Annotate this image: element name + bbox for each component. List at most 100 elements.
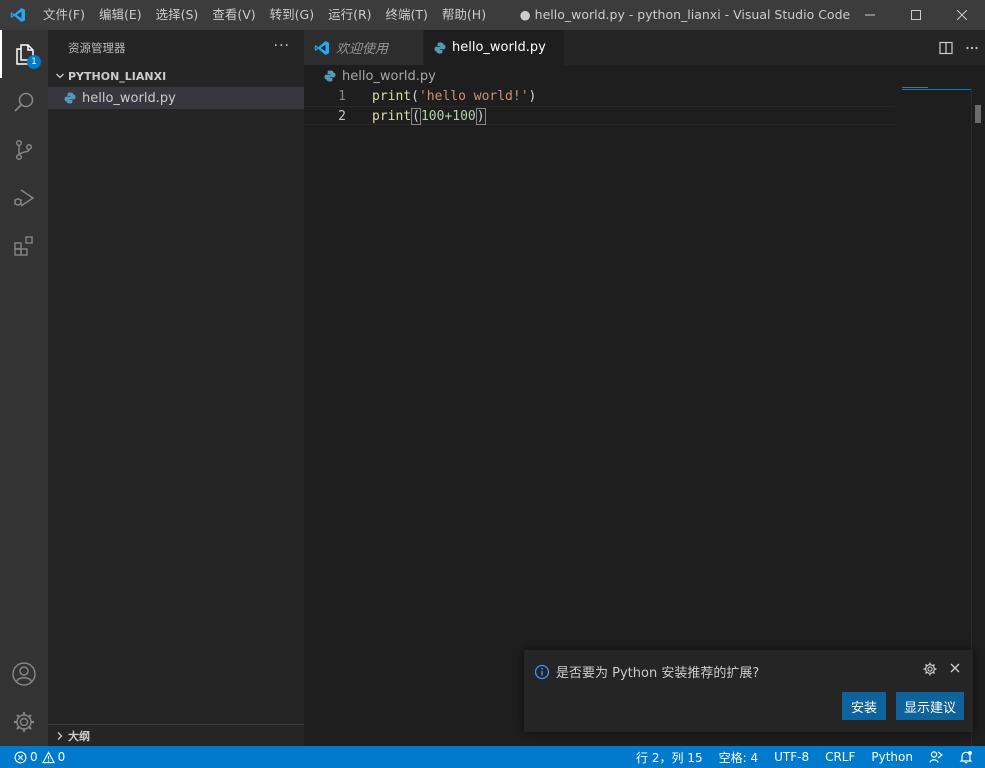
encoding[interactable]: UTF-8	[766, 750, 817, 764]
tab-label: 欢迎使用	[336, 42, 389, 57]
code-line[interactable]: 1 print('hello world!')	[304, 87, 895, 106]
activity-accounts[interactable]	[0, 650, 48, 698]
info-icon	[534, 664, 550, 680]
extension-notification: 是否要为 Python 安装推荐的扩展? 安装 显示建议	[524, 650, 973, 732]
activity-search[interactable]	[0, 78, 48, 126]
file-tree-item[interactable]: hello_world.py	[48, 87, 304, 109]
code-line-current[interactable]: 2 print(100+100)	[304, 106, 895, 125]
minimize-button[interactable]	[847, 0, 893, 30]
language-mode[interactable]: Python	[863, 750, 921, 764]
status-bar: 0 0 行 2，列 15 空格: 4 UTF-8 CRLF Python	[0, 746, 985, 768]
explorer-sidebar: 资源管理器 ··· PYTHON_LIANXI hello_world.py 大…	[48, 30, 304, 746]
install-button[interactable]: 安装	[842, 692, 886, 720]
line-number: 2	[338, 109, 346, 124]
folder-section[interactable]: PYTHON_LIANXI	[48, 65, 304, 87]
minimap-line	[902, 87, 928, 88]
activity-explorer[interactable]: 1	[0, 30, 48, 78]
code-text: print('hello world!')	[372, 89, 537, 104]
menu-terminal[interactable]: 终端(T)	[379, 0, 435, 30]
close-icon	[957, 10, 967, 20]
notification-settings-button[interactable]	[923, 662, 937, 676]
vscode-logo-icon	[0, 0, 35, 30]
menu-view[interactable]: 查看(V)	[205, 0, 262, 30]
split-editor-button[interactable]	[933, 30, 959, 65]
split-editor-icon	[939, 41, 953, 54]
maximize-button[interactable]	[893, 0, 939, 30]
extensions-icon	[14, 236, 33, 256]
end-of-line[interactable]: CRLF	[817, 750, 863, 764]
line-number: 1	[338, 89, 346, 104]
tab-hello-world[interactable]: hello_world.py	[424, 30, 565, 65]
breadcrumb-file: hello_world.py	[342, 68, 436, 84]
menu-help[interactable]: 帮助(H)	[435, 0, 493, 30]
gear-icon	[14, 712, 34, 732]
activity-source-control[interactable]	[0, 126, 48, 174]
code-editor[interactable]: 1 print('hello world!') 2 print(100+100)	[304, 87, 985, 746]
menu-file[interactable]: 文件(F)	[35, 0, 92, 30]
breadcrumb[interactable]: hello_world.py	[304, 65, 985, 87]
feedback-icon	[929, 751, 943, 763]
chevron-down-icon	[52, 65, 68, 87]
vscode-icon	[314, 40, 330, 56]
python-file-icon	[434, 42, 446, 54]
close-icon	[950, 663, 960, 673]
minimap-slider	[902, 89, 972, 90]
window-controls	[847, 0, 985, 30]
problems-indicator[interactable]: 0 0	[10, 750, 73, 764]
vertical-scrollbar[interactable]	[971, 87, 985, 746]
warning-icon	[41, 750, 55, 763]
account-icon	[12, 662, 36, 686]
indentation[interactable]: 空格: 4	[711, 749, 767, 766]
search-icon	[14, 92, 34, 112]
minimize-icon	[865, 14, 875, 16]
folder-name: PYTHON_LIANXI	[68, 69, 167, 83]
tab-actions	[933, 30, 985, 65]
sidebar-header: 资源管理器 ···	[48, 30, 304, 65]
more-actions-icon[interactable]: ···	[274, 38, 290, 54]
gear-icon	[923, 662, 937, 676]
more-icon	[966, 46, 978, 49]
editor-tabs: 欢迎使用 hello_world.py	[304, 30, 985, 65]
tab-welcome[interactable]: 欢迎使用	[304, 30, 424, 65]
menu-selection[interactable]: 选择(S)	[149, 0, 206, 30]
activity-manage[interactable]	[0, 698, 48, 746]
error-count: 0	[30, 750, 38, 764]
cursor-position[interactable]: 行 2，列 15	[628, 749, 711, 766]
source-control-icon	[15, 139, 33, 161]
scrollbar-thumb[interactable]	[975, 105, 981, 123]
error-icon	[14, 751, 27, 763]
file-name: hello_world.py	[82, 90, 176, 106]
notification-text: 是否要为 Python 安装推荐的扩展?	[556, 666, 760, 681]
menu-go[interactable]: 转到(G)	[263, 0, 321, 30]
maximize-icon	[911, 10, 921, 20]
show-suggestions-button[interactable]: 显示建议	[896, 692, 964, 720]
python-file-icon	[324, 70, 336, 82]
notification-message: 是否要为 Python 安装推荐的扩展?	[534, 662, 759, 681]
outline-section[interactable]: 大纲	[48, 724, 304, 746]
editor-more-button[interactable]	[959, 30, 985, 65]
chevron-right-icon	[52, 725, 68, 747]
outline-label: 大纲	[68, 729, 90, 743]
status-right: 行 2，列 15 空格: 4 UTF-8 CRLF Python	[628, 746, 985, 768]
menu-run[interactable]: 运行(R)	[321, 0, 378, 30]
code-text: print(100+100)	[372, 108, 486, 125]
title-bar: 文件(F) 编辑(E) 选择(S) 查看(V) 转到(G) 运行(R) 终端(T…	[0, 0, 985, 30]
explorer-badge: 1	[27, 55, 41, 69]
run-debug-icon	[14, 189, 35, 207]
activity-extensions[interactable]	[0, 222, 48, 270]
status-left: 0 0	[10, 746, 73, 768]
notifications-button[interactable]	[951, 750, 985, 764]
warning-count: 0	[57, 750, 66, 764]
notification-close-button[interactable]	[949, 662, 961, 674]
activity-run-debug[interactable]	[0, 174, 48, 222]
python-file-icon	[64, 92, 76, 104]
menu-edit[interactable]: 编辑(E)	[92, 0, 149, 30]
menu-bar: 文件(F) 编辑(E) 选择(S) 查看(V) 转到(G) 运行(R) 终端(T…	[35, 0, 493, 30]
activity-bar: 1	[0, 30, 48, 746]
close-window-button[interactable]	[939, 0, 985, 30]
tab-label: hello_world.py	[452, 40, 546, 55]
sidebar-title: 资源管理器	[68, 40, 126, 55]
feedback-button[interactable]	[921, 750, 951, 764]
window-title: ● hello_world.py - python_lianxi - Visua…	[519, 7, 851, 22]
bell-icon	[959, 751, 973, 764]
